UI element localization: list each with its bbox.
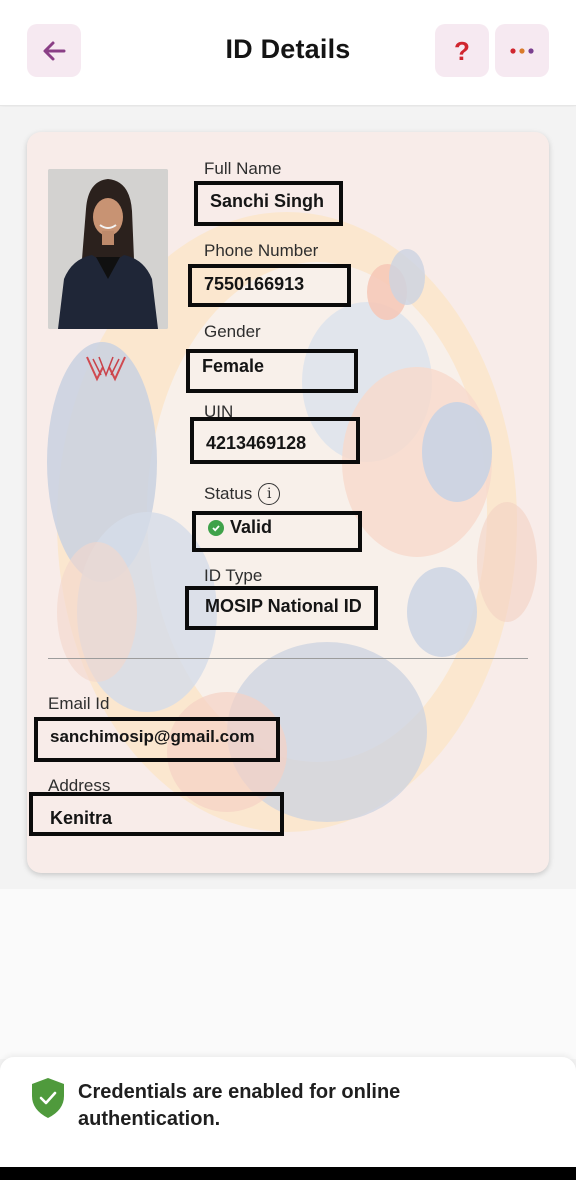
help-button[interactable]: ? <box>435 24 489 77</box>
address-value: Kenitra <box>29 792 284 836</box>
id-type-value: MOSIP National ID <box>185 586 378 630</box>
phone-number-label: Phone Number <box>204 241 319 260</box>
email-label: Email Id <box>48 694 110 713</box>
help-icon: ? <box>454 35 470 66</box>
person-portrait-icon <box>48 169 168 329</box>
gender-value: Female <box>186 349 358 393</box>
check-circle-icon <box>208 520 224 536</box>
status-value: Valid <box>230 517 273 537</box>
issuer-logo-icon <box>86 356 126 382</box>
page-title: ID Details <box>225 34 351 64</box>
id-details-screen: ID Details ? Full Name Sanchi Singh Phon… <box>0 0 576 1180</box>
card-divider <box>48 658 528 659</box>
shield-check-icon <box>32 1078 64 1118</box>
ellipsis-icon <box>510 47 534 54</box>
online-auth-banner: Credentials are enabled for online authe… <box>0 1057 576 1167</box>
phone-number-value: 7550166913 <box>188 264 351 307</box>
status-label-row: Status i <box>204 483 281 505</box>
app-header: ID Details ? <box>0 0 576 106</box>
system-navigation-bar <box>0 1167 576 1180</box>
email-value: sanchimosip@gmail.com <box>34 717 280 762</box>
full-name-label: Full Name <box>204 159 282 178</box>
status-label: Status <box>204 484 253 503</box>
profile-photo <box>48 169 168 329</box>
online-auth-message: Credentials are enabled for online authe… <box>78 1081 401 1130</box>
more-options-button[interactable] <box>495 24 549 77</box>
gender-label: Gender <box>204 322 261 341</box>
lower-background <box>0 889 576 1059</box>
id-type-label: ID Type <box>204 566 263 585</box>
uin-value: 4213469128 <box>190 417 360 464</box>
id-card: Full Name Sanchi Singh Phone Number 7550… <box>27 132 549 873</box>
full-name-value: Sanchi Singh <box>194 181 343 226</box>
info-icon[interactable]: i <box>258 483 281 505</box>
status-value-box: Valid <box>192 511 362 552</box>
